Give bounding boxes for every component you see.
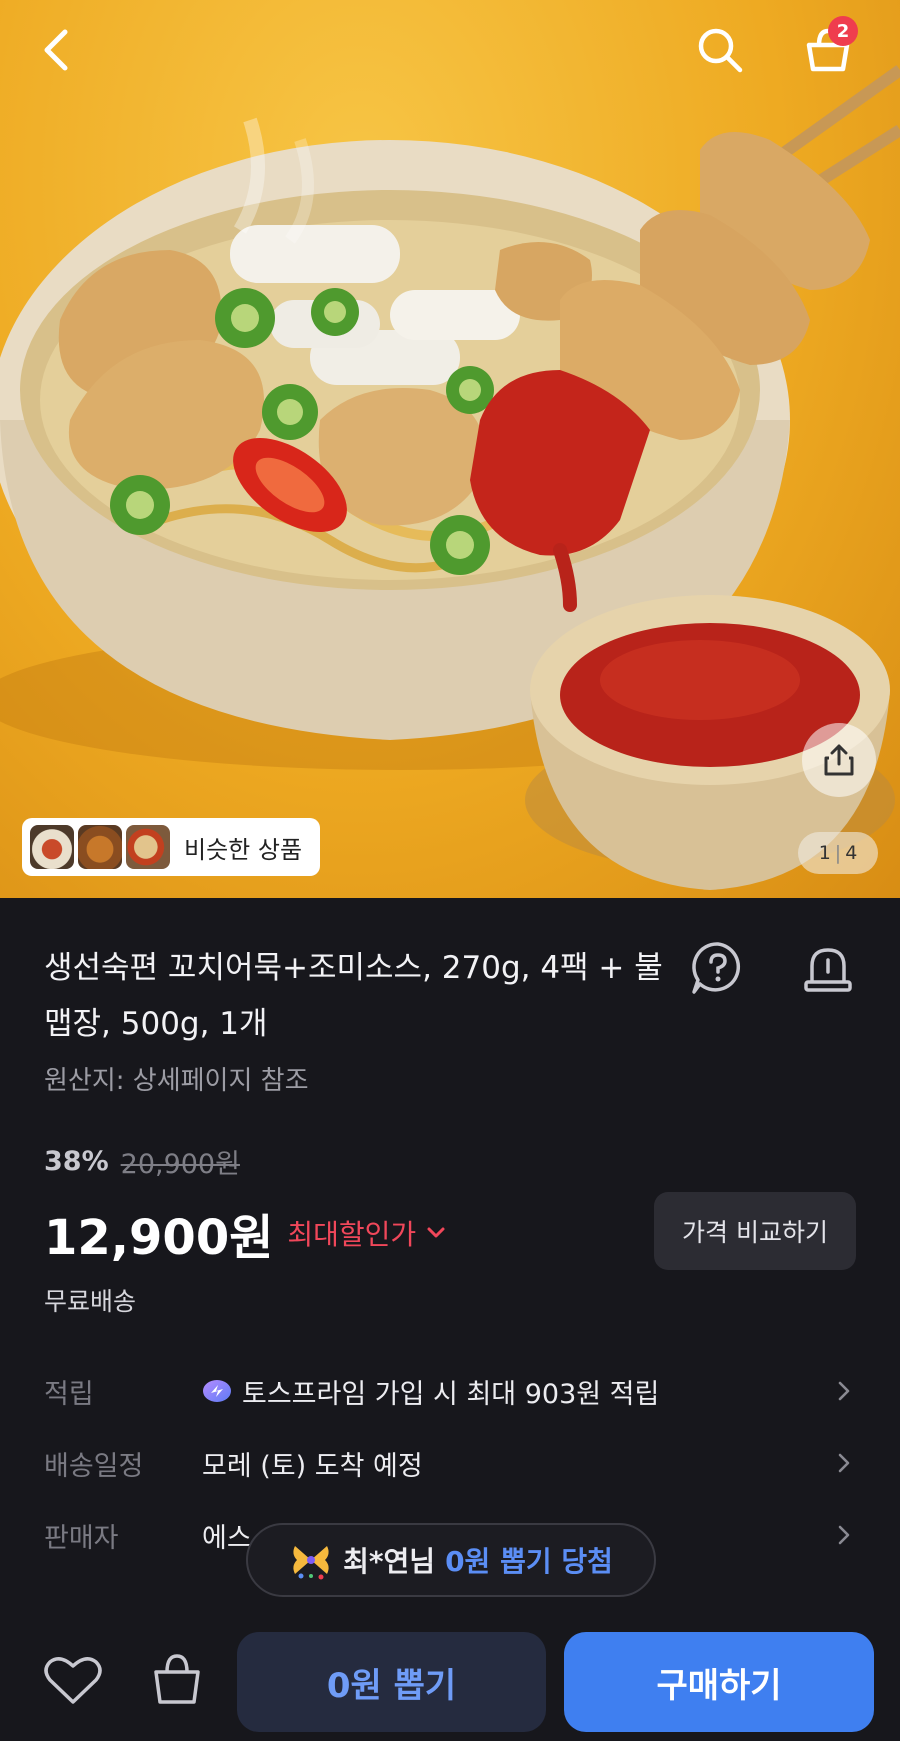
detail-key: 판매자	[44, 1522, 119, 1554]
share-icon	[824, 744, 854, 776]
report-button[interactable]	[798, 938, 858, 998]
page-separator: |	[834, 842, 842, 864]
winner-name: 최*연님	[343, 1545, 436, 1578]
heart-icon	[44, 1657, 102, 1704]
detail-value: 토스프라임 가입 시 최대 903원 적립	[242, 1378, 660, 1410]
discount-rate: 38%	[44, 1146, 109, 1177]
chevron-left-icon	[44, 29, 68, 71]
similar-product-thumbnail	[126, 825, 170, 869]
back-button[interactable]	[28, 18, 84, 82]
page-total: 4	[845, 842, 858, 864]
original-price: 20,900원	[120, 1149, 240, 1180]
page-current: 1	[818, 842, 831, 864]
detail-row-delivery[interactable]: 배송일정 모레 (토) 도착 예정	[44, 1438, 856, 1488]
free-draw-button[interactable]: 0원 뽑기	[237, 1632, 546, 1732]
bottom-action-bar: 0원 뽑기 구매하기	[0, 1618, 900, 1741]
discount-row: 38% 20,900원	[44, 1142, 240, 1181]
similar-product-thumbnail	[30, 825, 74, 869]
detail-value: 모레 (토) 도착 예정	[202, 1450, 423, 1482]
max-discount-toggle[interactable]: 최대할인가	[287, 1213, 446, 1253]
price-row: 12,900원 최대할인가	[44, 1198, 446, 1268]
cart-button[interactable]: 2	[796, 16, 860, 82]
product-title: 생선숙편 꼬치어묵+조미소스, 270g, 4팩 + 불맵장, 500g, 1개	[44, 950, 663, 1042]
share-button[interactable]	[802, 723, 876, 797]
image-page-counter: 1 | 4	[798, 832, 878, 874]
like-button[interactable]	[38, 1644, 108, 1714]
search-button[interactable]	[688, 18, 752, 82]
add-to-cart-button[interactable]	[142, 1644, 212, 1714]
chevron-right-icon	[838, 1525, 850, 1545]
detail-value: 에스	[202, 1522, 252, 1554]
toss-prime-icon	[203, 1380, 231, 1402]
siren-icon	[804, 948, 852, 992]
question-icon	[692, 942, 740, 994]
buy-button[interactable]: 구매하기	[564, 1632, 874, 1732]
chevron-right-icon	[838, 1381, 850, 1401]
confetti-icon	[293, 1546, 329, 1580]
origin-text: 원산지: 상세페이지 참조	[44, 1066, 309, 1096]
detail-key: 적립	[44, 1378, 94, 1410]
price-compare-button[interactable]: 가격 비교하기	[654, 1192, 856, 1270]
product-photo	[0, 65, 900, 890]
max-discount-label: 최대할인가	[287, 1218, 417, 1251]
draw-win-toast: 최*연님 0원 뽑기 당첨	[246, 1523, 656, 1597]
shipping-info: 무료배송	[44, 1287, 137, 1316]
chevron-right-icon	[838, 1453, 850, 1473]
detail-row-points[interactable]: 적립 토스프라임 가입 시 최대 903원 적립	[44, 1366, 856, 1416]
similar-product-thumbnail	[78, 825, 122, 869]
chevron-down-icon	[427, 1227, 445, 1238]
sale-price: 12,900원	[44, 1210, 274, 1266]
help-button[interactable]	[688, 938, 748, 998]
win-message: 0원 뽑기 당첨	[445, 1545, 613, 1578]
product-image-carousel[interactable]: 2 1 | 4 비슷한 상품	[0, 0, 900, 898]
similar-products-label: 비슷한 상품	[184, 835, 303, 864]
shopping-bag-icon	[154, 1654, 200, 1704]
similar-products-button[interactable]: 비슷한 상품	[22, 818, 321, 876]
search-icon	[698, 28, 743, 73]
cart-count-badge: 2	[828, 16, 858, 46]
detail-key: 배송일정	[44, 1450, 144, 1482]
